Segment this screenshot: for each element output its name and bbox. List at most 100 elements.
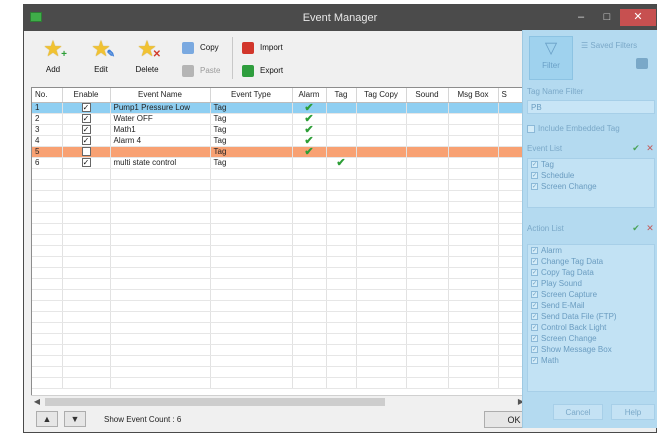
list-item[interactable]: ✓ Show Message Box [528,344,654,355]
event-checkbox[interactable]: ✓ [531,172,538,180]
scrollbar-thumb[interactable] [45,398,385,406]
add-button[interactable]: ★ + Add [36,37,70,83]
paste-icon [182,64,194,77]
col-event-name[interactable]: Event Name [110,88,211,103]
copy-label: Copy [200,43,219,52]
col-event-type[interactable]: Event Type [210,88,293,103]
table-row[interactable]: 6 ✓ multi state control Tag ✔ [32,157,526,169]
action-checkbox[interactable]: ✓ [531,324,538,332]
export-label: Export [260,66,284,75]
event-type: Tag [210,146,293,158]
enable-checkbox[interactable]: ✓ [81,125,91,134]
action-item-label: Send Data File (FTP) [541,312,617,321]
action-checkbox[interactable]: ✓ [531,291,538,299]
delete-button[interactable]: ★ ✕ Delete [130,37,164,83]
paste-button[interactable]: Paste [182,64,220,78]
col-no[interactable]: No. [32,88,63,103]
move-down-button[interactable]: ▼ [64,411,86,427]
cancel-button[interactable]: Cancel [553,404,603,420]
select-all-events-icon[interactable]: ✔ [631,143,641,153]
table-row[interactable]: 2 ✓ Water OFF Tag ✔ [32,113,526,125]
col-sound[interactable]: Sound [406,88,449,103]
empty-row [32,322,526,334]
col-alarm[interactable]: Alarm [292,88,327,103]
action-item-label: Change Tag Data [541,257,604,266]
filter-button[interactable]: ▽ Filter [529,36,573,80]
table-row[interactable]: 5 Tag ✔ [32,146,526,158]
save-icon[interactable] [636,58,648,69]
clear-actions-icon[interactable]: ✕ [645,223,655,233]
list-item[interactable]: ✓ Control Back Light [528,322,654,333]
delete-label: Delete [135,65,159,74]
event-checkbox[interactable]: ✓ [531,161,538,169]
alarm-check-icon: ✔ [304,135,314,146]
list-item[interactable]: ✓ Copy Tag Data [528,267,654,278]
action-checkbox[interactable]: ✓ [531,357,538,365]
list-item[interactable]: ✓ Screen Change [528,333,654,344]
action-checkbox[interactable]: ✓ [531,247,538,255]
col-tag[interactable]: Tag [326,88,357,103]
action-checkbox[interactable]: ✓ [531,346,538,354]
table-row[interactable]: 3 ✓ Math1 Tag ✔ [32,124,526,136]
list-item[interactable]: ✓ Screen Capture [528,289,654,300]
col-enable[interactable]: Enable [62,88,111,103]
action-checkbox[interactable]: ✓ [531,269,538,277]
scroll-left-icon[interactable]: ◀ [31,396,43,408]
export-button[interactable]: Export [242,64,283,78]
list-item[interactable]: ✓ Tag [528,159,654,170]
table-row[interactable]: 4 ✓ Alarm 4 Tag ✔ [32,135,526,147]
toolbar: ★ + Add ★ ✎ Edit ★ ✕ Delete Copy Paste Impo… [24,31,524,86]
enable-checkbox[interactable] [81,147,91,156]
empty-row [32,267,526,279]
import-button[interactable]: Import [242,41,283,55]
event-count: Show Event Count : 6 [104,415,182,424]
table-row[interactable]: 1 ✓ Pump1 Pressure Low Tag ✔ [32,102,526,114]
action-checkbox[interactable]: ✓ [531,335,538,343]
minimize-button[interactable]: – [568,9,594,26]
close-button[interactable]: ✕ [620,9,656,26]
list-item[interactable]: ✓ Math [528,355,654,366]
action-list: ✓ Alarm ✓ Change Tag Data ✓ Copy Tag Data ✓… [527,244,655,392]
list-item[interactable]: ✓ Screen Change [528,181,654,192]
list-item[interactable]: ✓ Schedule [528,170,654,181]
col-msg-box[interactable]: Msg Box [448,88,499,103]
maximize-button[interactable]: □ [594,9,620,26]
event-item-label: Screen Change [541,182,597,191]
action-checkbox[interactable]: ✓ [531,258,538,266]
action-checkbox[interactable]: ✓ [531,302,538,310]
help-button[interactable]: Help [611,404,655,420]
action-item-label: Screen Capture [541,290,598,299]
enable-checkbox[interactable]: ✓ [81,136,91,145]
event-type: Tag [210,157,293,169]
event-name: multi state control [110,157,211,169]
list-item[interactable]: ✓ Change Tag Data [528,256,654,267]
action-item-label: Play Sound [541,279,582,288]
list-item[interactable]: ✓ Play Sound [528,278,654,289]
list-item[interactable]: ✓ Send Data File (FTP) [528,311,654,322]
event-checkbox[interactable]: ✓ [531,183,538,191]
include-embedded-checkbox[interactable] [527,124,535,133]
action-checkbox[interactable]: ✓ [531,280,538,288]
enable-checkbox[interactable]: ✓ [81,103,91,112]
event-item-label: Tag [541,160,554,169]
clear-events-icon[interactable]: ✕ [645,143,655,153]
list-item[interactable]: ✓ Send E-Mail [528,300,654,311]
list-item[interactable]: ✓ Alarm [528,245,654,256]
move-up-button[interactable]: ▲ [36,411,58,427]
action-checkbox[interactable]: ✓ [531,313,538,321]
horizontal-scrollbar[interactable]: ◀ ▶ [31,395,527,407]
col-tag-copy[interactable]: Tag Copy [356,88,407,103]
row-no: 4 [32,135,63,147]
tag-name-filter-input[interactable]: PB [527,100,655,114]
enable-checkbox[interactable]: ✓ [81,158,91,167]
saved-filters-button[interactable]: ☰ Saved Filters [581,41,637,50]
copy-button[interactable]: Copy [182,41,219,55]
import-icon [242,41,254,54]
row-no: 5 [32,146,63,158]
import-label: Import [260,43,283,52]
enable-checkbox[interactable]: ✓ [81,114,91,123]
event-type: Tag [210,124,293,136]
edit-button[interactable]: ★ ✎ Edit [84,37,118,83]
include-embedded-option[interactable]: Include Embedded Tag [527,124,620,133]
select-all-actions-icon[interactable]: ✔ [631,223,641,233]
